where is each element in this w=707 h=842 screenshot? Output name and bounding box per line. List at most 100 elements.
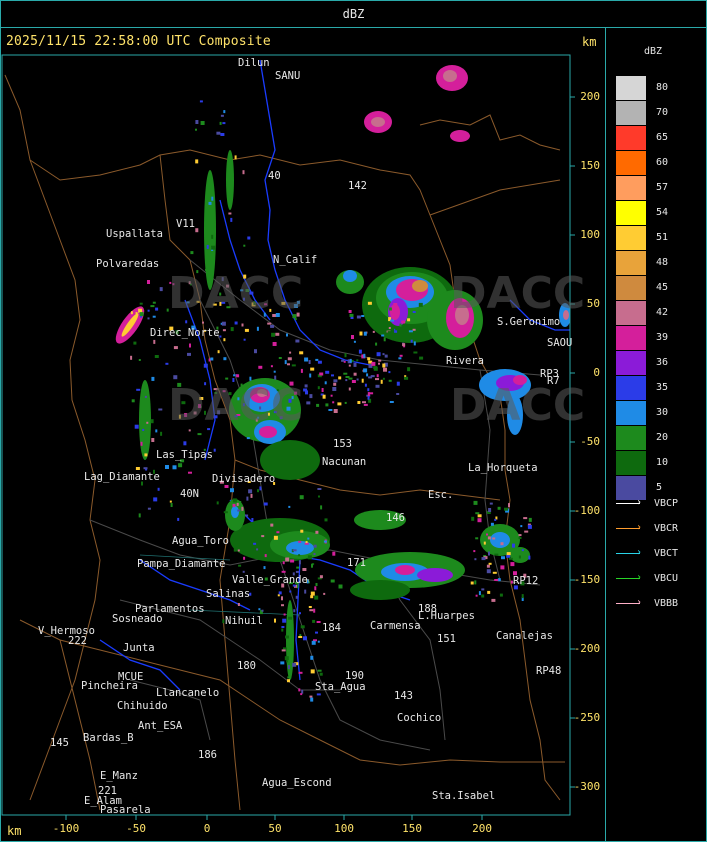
radar-label: VBCR [654,523,679,534]
y-tick-label: -150 [573,573,601,586]
echo-speckle [275,332,280,336]
echo-speckle [272,342,277,346]
x-tick-label: 200 [472,822,492,835]
echo-speckle [292,662,297,667]
echo-speckle [203,363,208,368]
echo-speckle [490,522,494,526]
echo-speckle [246,437,250,440]
echo-speckle [348,310,352,313]
legend-item: 80 [616,76,698,101]
echo-speckle [364,383,367,387]
echo-speckle [236,374,240,378]
echo-speckle [332,387,337,391]
echo-speckle [313,544,317,548]
echo-speckle [300,625,305,629]
x-tick-label: -100 [52,822,80,835]
echo-speckle [147,280,150,284]
echo-speckle [353,340,356,343]
echo-speckle [382,353,385,356]
echo-speckle [348,364,351,367]
place-label: 186 [198,749,217,761]
echo-speckle [375,342,378,346]
echo-speckle [210,357,214,361]
echo-speckle [173,346,178,350]
echo-speckle [287,679,290,683]
echo-speckle [333,382,337,386]
echo-speckle [371,361,376,366]
echo-speckle [372,330,375,333]
echo-speckle [220,114,224,117]
echo-speckle [146,421,149,424]
echo-cell [350,580,410,600]
place-label: Rivera [446,355,484,367]
echo-speckle [134,424,139,429]
arrow-head-icon: › [636,522,643,533]
echo-speckle [349,313,354,317]
arrow-head-icon: › [636,497,643,508]
place-label: S.Geronimo [497,316,561,328]
echo-speckle [510,562,515,567]
echo-speckle [245,514,249,517]
echo-speckle [388,327,391,329]
y-tick-label: 100 [580,228,601,241]
echo-speckle [243,244,246,247]
echo-speckle [195,159,199,164]
legend-swatch [616,301,646,325]
echo-speckle [187,352,191,356]
x-tick-label: 100 [334,822,354,835]
radar-label: VBBB [654,598,679,609]
echo-speckle [348,387,351,391]
echo-speckle [213,448,216,452]
echo-speckle [142,428,145,431]
echo-speckle [281,596,283,601]
echo-speckle [494,518,497,521]
echo-speckle [138,359,141,361]
place-label: 146 [386,512,405,524]
legend-swatch [616,226,646,250]
echo-speckle [237,603,240,606]
place-label: Esc. [428,489,454,501]
legend-label: 35 [656,382,669,393]
echo-speckle [325,370,330,374]
echo-speckle [419,356,424,360]
echo-speckle [333,379,338,383]
echo-speckle [285,635,289,639]
echo-cell [490,532,510,548]
echo-speckle [273,535,278,540]
echo-speckle [152,315,156,318]
echo-speckle [323,592,326,595]
echo-speckle [261,535,265,538]
echo-speckle [486,564,490,568]
echo-speckle [189,343,191,348]
axis-unit-top: km [582,35,597,49]
echo-speckle [313,553,316,555]
place-label: Agua_Toro [172,535,229,547]
echo-speckle [190,251,194,255]
echo-speckle [475,594,478,597]
echo-speckle [150,305,155,308]
echo-speckle [223,338,226,342]
echo-speckle [152,301,156,304]
echo-speckle [378,359,382,362]
echo-speckle [243,338,246,341]
echo-speckle [477,514,482,518]
echo-speckle [488,551,490,556]
echo-speckle [343,372,348,375]
echo-speckle [315,358,319,361]
echo-speckle [241,323,244,327]
legend-label: 60 [656,157,669,168]
echo-speckle [319,575,323,579]
echo-speckle [300,693,303,696]
y-tick-label: -100 [573,504,601,517]
legend-swatch [616,101,646,125]
echo-speckle [477,518,482,523]
echo-speckle [356,315,361,319]
legend-swatch [616,251,646,275]
place-label: 143 [394,690,413,702]
echo-speckle [195,120,199,124]
echo-speckle [244,328,249,332]
echo-speckle [230,327,234,332]
place-label: Pampa_Diamante [137,558,226,570]
echo-speckle [223,110,226,114]
echo-speckle [312,619,316,623]
